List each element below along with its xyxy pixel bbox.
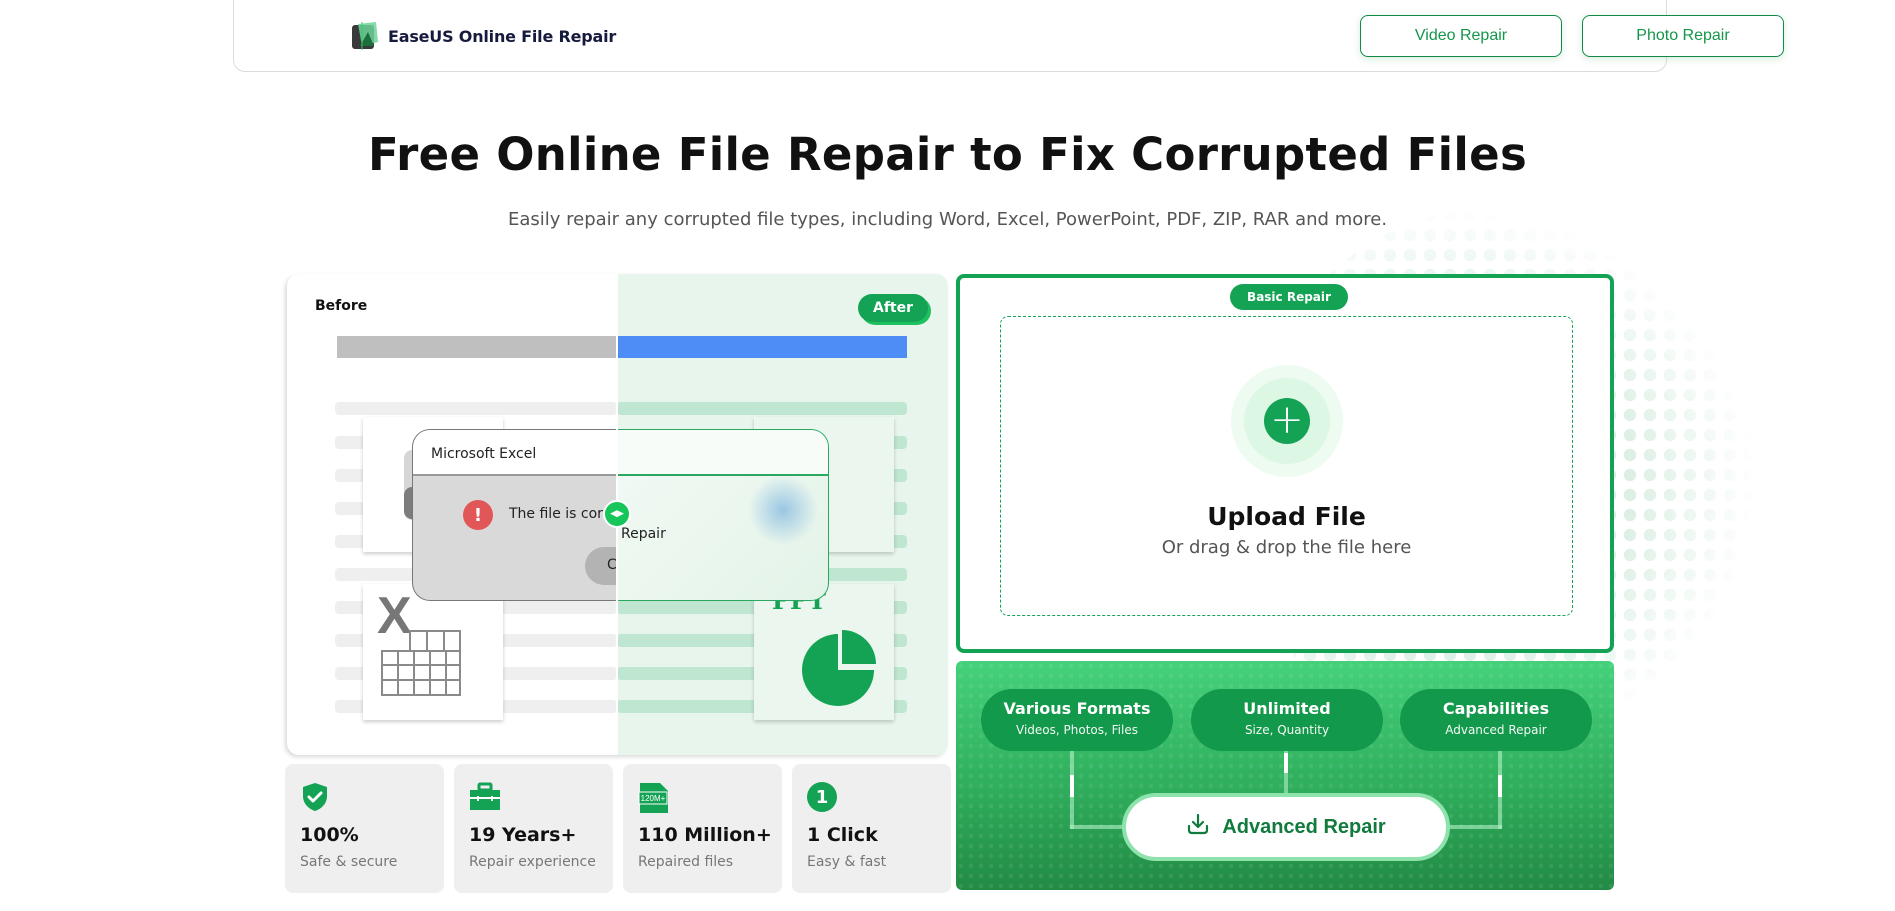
excel-grid-bottom [381, 650, 461, 696]
stat-card-experience: 19 Years+ Repair experience [454, 764, 613, 893]
dialog-message: The file is corr [509, 506, 609, 522]
upload-subtitle: Or drag & drop the file here [1161, 537, 1412, 558]
download-icon [1186, 812, 1210, 842]
number-one-icon: 1 [807, 782, 837, 812]
feature-pill-unlimited: Unlimited Size, Quantity [1191, 689, 1383, 751]
stat-label: Repair experience [469, 854, 596, 870]
video-repair-button[interactable]: Video Repair [1360, 15, 1562, 57]
file-drop-zone[interactable]: + Upload File Or drag & drop the file he… [1000, 316, 1573, 616]
shield-check-icon [300, 782, 330, 812]
stat-card-files: 120M+ 110 Million+ Repaired files [623, 764, 782, 893]
stat-value: 19 Years+ [469, 824, 577, 846]
feature-subtitle: Advanced Repair [1445, 723, 1547, 737]
stat-label: Safe & secure [300, 854, 398, 870]
arrows-horizontal-icon: ◀▶ [610, 509, 624, 519]
connector-highlight [1070, 775, 1074, 797]
repaired-dialog-after: Repair [617, 429, 829, 601]
upload-ring: + [1244, 378, 1330, 464]
file-count-icon-text: 120M+ [641, 794, 666, 803]
repair-text: Repair [621, 526, 666, 542]
stat-value: 1 Click [807, 824, 878, 846]
toolbox-icon [469, 782, 500, 812]
page-title: Free Online File Repair to Fix Corrupted… [367, 128, 1528, 181]
feature-title: Various Formats [1003, 699, 1151, 718]
easeus-logo-icon [350, 20, 380, 52]
top-header: EaseUS Online File Repair Video Repair P… [233, 0, 1784, 72]
advanced-repair-label: Advanced Repair [1222, 815, 1386, 838]
stat-label: Easy & fast [807, 854, 887, 870]
page-subtitle: Easily repair any corrupted file types, … [507, 209, 1388, 230]
feature-subtitle: Videos, Photos, Files [1016, 723, 1138, 737]
excel-grid-top [409, 630, 461, 652]
connector-line [1446, 825, 1502, 829]
excel-x-letter: X [377, 587, 412, 645]
upload-title: Upload File [1207, 502, 1366, 531]
after-badge: After [858, 294, 928, 322]
connector-highlight [1284, 753, 1288, 773]
advanced-repair-button[interactable]: Advanced Repair [1122, 793, 1450, 861]
feature-subtitle: Size, Quantity [1244, 723, 1330, 737]
before-label: Before [315, 298, 368, 314]
photo-repair-button[interactable]: Photo Repair [1582, 15, 1784, 57]
basic-repair-badge: Basic Repair [1230, 284, 1348, 310]
comparison-slider-handle[interactable]: ◀▶ [603, 500, 631, 528]
header-bar-after [617, 336, 907, 358]
table-row-before [335, 402, 617, 415]
feature-pill-formats: Various Formats Videos, Photos, Files [981, 689, 1173, 751]
blur-blob [748, 475, 818, 545]
upload-button[interactable]: + [1231, 365, 1343, 477]
advanced-repair-panel: Various Formats Videos, Photos, Files Un… [956, 661, 1614, 890]
stat-card-safe: 100% Safe & secure [285, 764, 444, 893]
header-bar-before [337, 336, 617, 358]
plus-icon: + [1264, 398, 1310, 444]
stat-card-click: 1 1 Click Easy & fast [792, 764, 951, 893]
error-icon: ! [463, 500, 493, 530]
table-row-after [617, 402, 907, 415]
error-dialog-before: Microsoft Excel ! The file is corr C [412, 429, 617, 601]
connector-highlight [1498, 775, 1502, 797]
before-after-comparison: Before After X PPT Microsoft Excel ! The… [287, 274, 948, 755]
feature-title: Unlimited [1243, 699, 1331, 718]
pie-slice [842, 630, 876, 664]
dialog-ok-button: C [585, 547, 617, 585]
ppt-document-after: PPT [754, 584, 894, 720]
number-one-glyph: 1 [807, 782, 837, 812]
app-title: EaseUS Online File Repair [388, 26, 617, 46]
brand-logo[interactable]: EaseUS Online File Repair [350, 20, 616, 52]
connector-line [1070, 825, 1126, 829]
feature-title: Capabilities [1442, 699, 1550, 718]
stat-label: Repaired files [638, 854, 734, 870]
dialog-title: Microsoft Excel [413, 430, 617, 476]
excel-document-before: X [363, 584, 503, 720]
dialog-header-after [617, 430, 828, 476]
stat-value: 100% [300, 824, 359, 846]
stat-value: 110 Million+ [638, 824, 772, 846]
feature-pill-capabilities: Capabilities Advanced Repair [1400, 689, 1592, 751]
basic-repair-panel: Basic Repair + Upload File Or drag & dro… [956, 274, 1614, 653]
file-count-icon: 120M+ [638, 782, 668, 813]
